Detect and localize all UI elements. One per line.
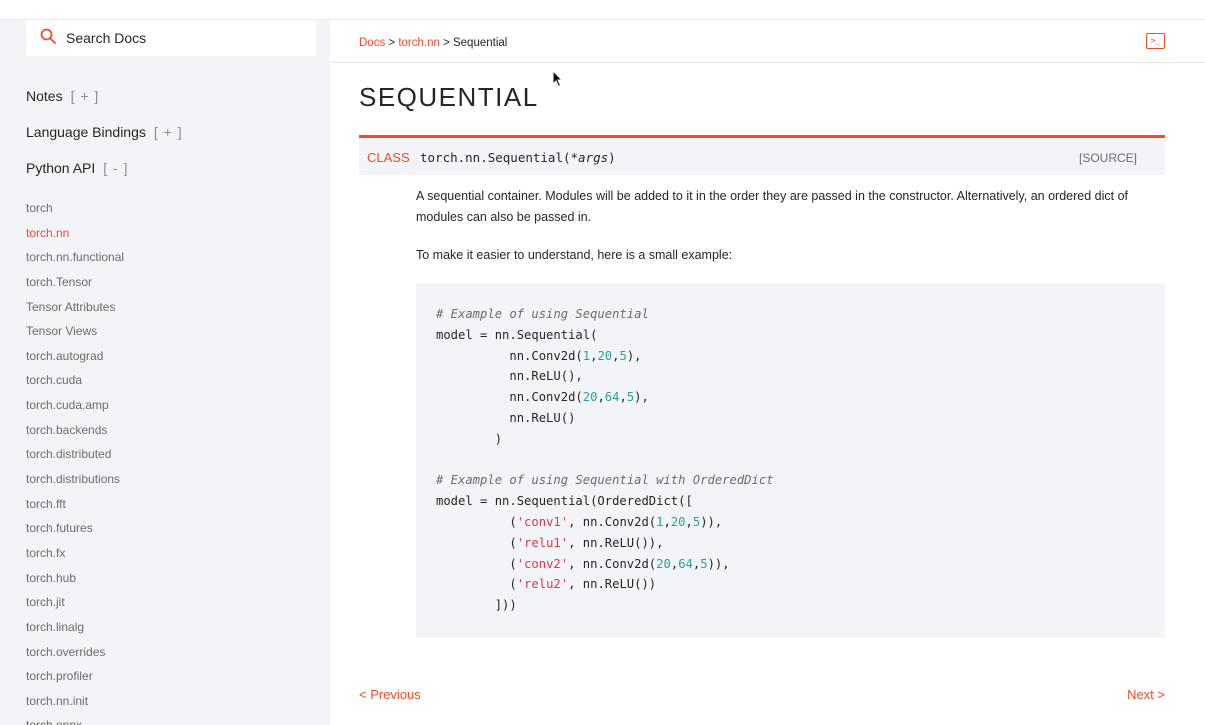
search-input[interactable]: Search Docs [66,30,146,46]
sidebar-item[interactable]: Tensor Views [26,319,124,344]
search-icon[interactable] [40,28,56,49]
signature-arg: *args [570,150,609,165]
sidebar-item[interactable]: torch.onnx [26,713,124,725]
sidebar-item[interactable]: torch.Tensor [26,270,124,295]
sidebar-item[interactable]: torch.distributed [26,442,124,467]
sidebar-item[interactable]: torch.fft [26,492,124,517]
search-box[interactable]: Search Docs [26,20,316,56]
sidebar-item[interactable]: torch.overrides [26,640,124,665]
sidebar: Search Docs Notes [ + ] Language Bindings… [0,20,330,725]
sidebar-item[interactable]: torch.fx [26,541,124,566]
breadcrumb-docs[interactable]: Docs [359,37,385,49]
sidebar-item[interactable]: torch.cuda.amp [26,393,124,418]
description: A sequential container. Modules will be … [416,189,1128,224]
sidebar-item[interactable]: Tensor Attributes [26,295,124,320]
divider [330,62,1205,63]
breadcrumb-torch-nn[interactable]: torch.nn [398,37,440,49]
main-content: Docs > torch.nn > Sequential >_ SEQUENTI… [330,20,1205,725]
next-link[interactable]: Next > [1127,687,1165,702]
page-title: SEQUENTIAL [359,82,539,112]
expand-toggle[interactable]: [ + ] [154,124,183,140]
top-bar [0,0,1205,20]
section-label: Language Bindings [26,124,146,140]
sidebar-item[interactable]: torch.hub [26,566,124,591]
sidebar-item[interactable]: torch.backends [26,418,124,443]
sidebar-item[interactable]: torch.autograd [26,344,124,369]
sidebar-item[interactable]: torch.nn.init [26,689,124,714]
sidebar-section-python-api[interactable]: Python API [ - ] [26,160,129,176]
signature-name: torch.nn.Sequential( [420,150,571,165]
sidebar-item[interactable]: torch.nn [26,221,124,246]
sidebar-nav: torch torch.nn torch.nn.functional torch.Te… [26,196,124,725]
class-name: torch.nn.Sequential(*args) [420,150,616,165]
expand-toggle[interactable]: [ + ] [71,88,100,104]
sidebar-item[interactable]: torch.profiler [26,664,124,689]
breadcrumb-separator: > [385,37,399,49]
breadcrumb-current: Sequential [452,37,508,49]
signature-close: ) [608,150,616,165]
breadcrumb: Docs > torch.nn > Sequential [359,37,507,49]
sidebar-item[interactable]: torch.nn.functional [26,245,124,270]
code-comment: # Example of using Sequential [436,307,649,321]
sidebar-item[interactable]: torch.distributions [26,467,124,492]
collapse-toggle[interactable]: [ - ] [103,160,128,176]
section-label: Python API [26,160,96,176]
sidebar-item[interactable]: torch.jit [26,590,124,615]
class-signature: CLASS torch.nn.Sequential(*args) [SOURCE… [359,135,1165,175]
mouse-cursor-icon [552,70,564,88]
sidebar-item[interactable]: torch.futures [26,516,124,541]
example-intro: To make it easier to understand, here is… [416,248,733,262]
previous-link[interactable]: < Previous [359,687,421,702]
code-block: # Example of using Sequential model = nn… [416,283,1165,638]
breadcrumb-separator: > [439,37,453,49]
source-link[interactable]: [SOURCE] [1079,151,1137,165]
sidebar-item[interactable]: torch.cuda [26,368,124,393]
terminal-icon[interactable]: >_ [1146,33,1165,49]
sidebar-item[interactable]: torch [26,196,124,221]
section-label: Notes [26,88,63,104]
code-example: # Example of using Sequential model = nn… [436,307,774,613]
sidebar-section-language-bindings[interactable]: Language Bindings [ + ] [26,124,183,140]
code-comment: # Example of using Sequential with Order… [436,473,774,488]
sidebar-item[interactable]: torch.linalg [26,615,124,640]
sidebar-section-notes[interactable]: Notes [ + ] [26,88,99,104]
class-keyword: CLASS [367,150,410,165]
